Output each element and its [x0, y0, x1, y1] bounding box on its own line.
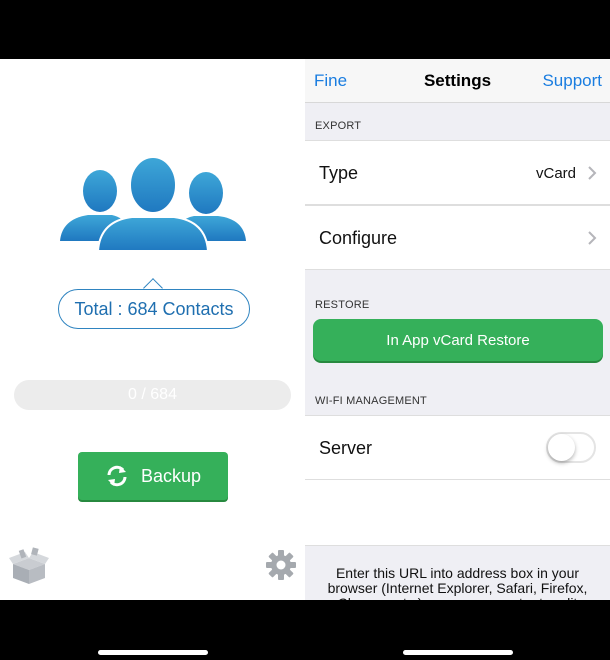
nav-bar: Settings Fine Support: [305, 59, 610, 103]
server-url-cell: [305, 480, 610, 546]
backup-label: Backup: [140, 465, 202, 486]
export-section-header: EXPORT: [315, 120, 362, 132]
server-toggle[interactable]: [546, 432, 596, 463]
server-label: Server: [319, 438, 373, 458]
support-button[interactable]: Support: [542, 71, 602, 91]
server-cell: Server: [305, 415, 610, 480]
restore-section-header: RESTORE: [315, 299, 370, 311]
backup-progress-bar: 0 / 684: [14, 380, 291, 410]
settings-screen: Settings Fine Support EXPORT Type vCard …: [305, 59, 610, 600]
total-contacts-label: Total : 684 Contacts: [74, 298, 234, 319]
done-button[interactable]: Fine: [314, 71, 347, 91]
type-label: Type: [319, 163, 359, 183]
server-instructions: Enter this URL into address box in your …: [327, 565, 588, 601]
chevron-right-icon: [588, 166, 597, 180]
box-icon[interactable]: [9, 546, 49, 586]
restore-button-label: In App vCard Restore: [386, 331, 530, 349]
contacts-group-icon: [60, 157, 246, 252]
type-value: vCard: [535, 165, 576, 182]
home-indicator-right: [403, 650, 513, 655]
toggle-knob: [548, 434, 575, 461]
in-app-vcard-restore-button[interactable]: In App vCard Restore: [313, 319, 603, 361]
total-contacts-badge: Total : 684 Contacts: [58, 289, 250, 329]
backup-screen: Total : 684 Contacts 0 / 684 Backup: [0, 59, 305, 600]
home-indicator-left: [98, 650, 208, 655]
progress-text: 0 / 684: [128, 386, 177, 403]
wifi-section-header: WI-FI MANAGEMENT: [315, 395, 427, 407]
type-cell[interactable]: Type vCard: [305, 140, 610, 205]
configure-label: Configure: [319, 228, 398, 248]
chevron-right-icon: [588, 231, 597, 245]
backup-button[interactable]: Backup: [78, 452, 228, 500]
gear-icon[interactable]: [265, 549, 297, 581]
configure-cell[interactable]: Configure: [305, 205, 610, 270]
refresh-icon: [107, 465, 127, 487]
